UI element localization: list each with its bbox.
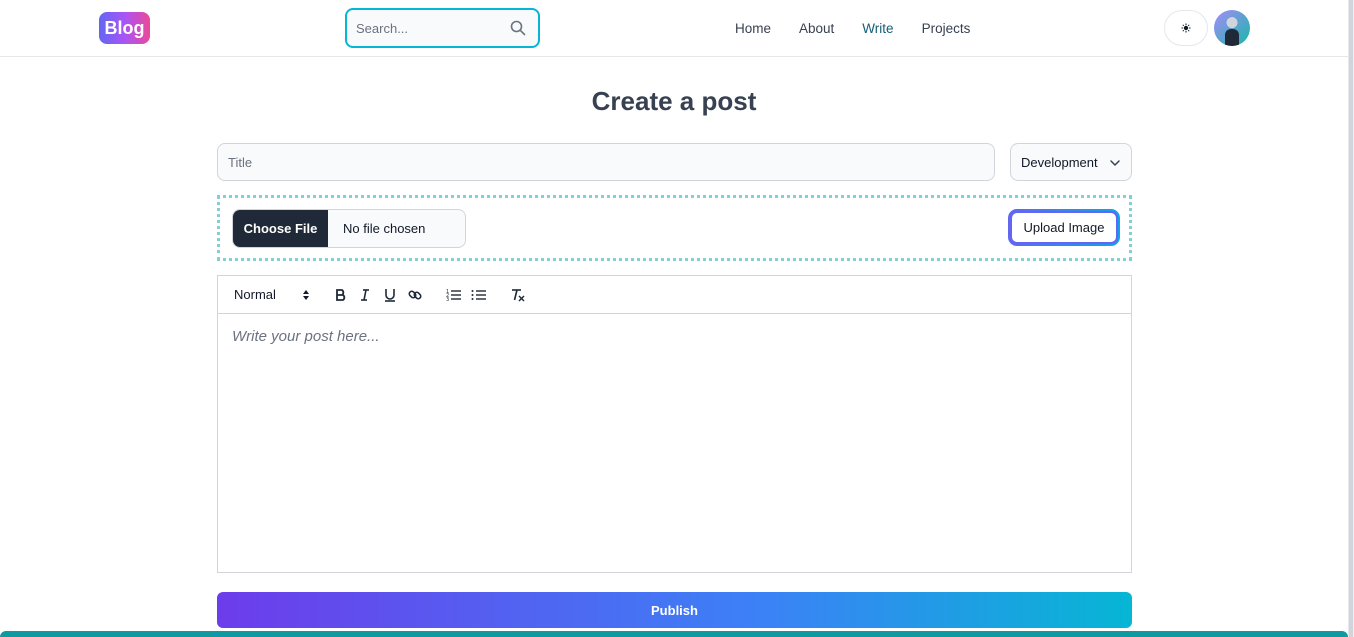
nav-projects[interactable]: Projects [922,19,971,39]
clear-format-button[interactable] [509,287,527,303]
file-input[interactable]: Choose File No file chosen [232,209,466,248]
search-icon[interactable] [510,20,526,36]
blog-logo[interactable]: Blog [99,12,150,44]
file-status-text: No file chosen [343,221,426,236]
scrollbar-thumb[interactable] [1349,0,1353,637]
nav-home[interactable]: Home [735,19,771,39]
underline-button[interactable] [381,287,399,303]
bold-button[interactable] [332,287,350,303]
bold-icon [336,289,346,301]
chevron-down-icon [1110,160,1120,166]
search-box [345,8,540,48]
format-value: Normal [234,287,276,302]
choose-file-button[interactable]: Choose File [233,210,328,247]
nav-about[interactable]: About [799,19,834,39]
italic-button[interactable] [356,287,374,303]
footer-strip [0,631,1348,637]
svg-text:3: 3 [446,297,449,302]
italic-icon [361,289,369,301]
search-input[interactable] [356,18,506,38]
moon-icon [1181,23,1191,33]
link-icon [408,290,422,300]
rich-text-editor: Normal 1 2 3 Write your post here... [217,275,1132,573]
editor-toolbar: Normal 1 2 3 [218,276,1131,314]
publish-button[interactable]: Publish [217,592,1132,628]
underline-icon [385,289,395,302]
nav-write[interactable]: Write [862,19,893,39]
editor-placeholder[interactable]: Write your post here... [232,328,380,345]
page-title: Create a post [591,86,757,116]
link-button[interactable] [406,287,424,303]
clear-format-icon [512,289,525,302]
title-input[interactable] [217,143,995,181]
upload-image-button[interactable]: Upload Image [1010,211,1118,244]
format-select[interactable]: Normal [234,286,310,304]
nav-links: Home About Write Projects [735,19,998,39]
navbar: Blog Home About Write Projects [0,0,1354,57]
user-avatar[interactable] [1214,10,1250,46]
bullet-list-button[interactable] [470,287,488,303]
bullet-list-icon [471,290,486,300]
ordered-list-button[interactable]: 1 2 3 [445,287,463,303]
category-select[interactable]: Development [1010,143,1132,181]
theme-toggle-button[interactable] [1164,10,1208,46]
ordered-list-icon: 1 2 3 [446,289,461,302]
image-upload-area: Choose File No file chosen Upload Image [217,195,1132,261]
up-down-arrows-icon [303,290,309,300]
category-value: Development [1021,155,1098,170]
